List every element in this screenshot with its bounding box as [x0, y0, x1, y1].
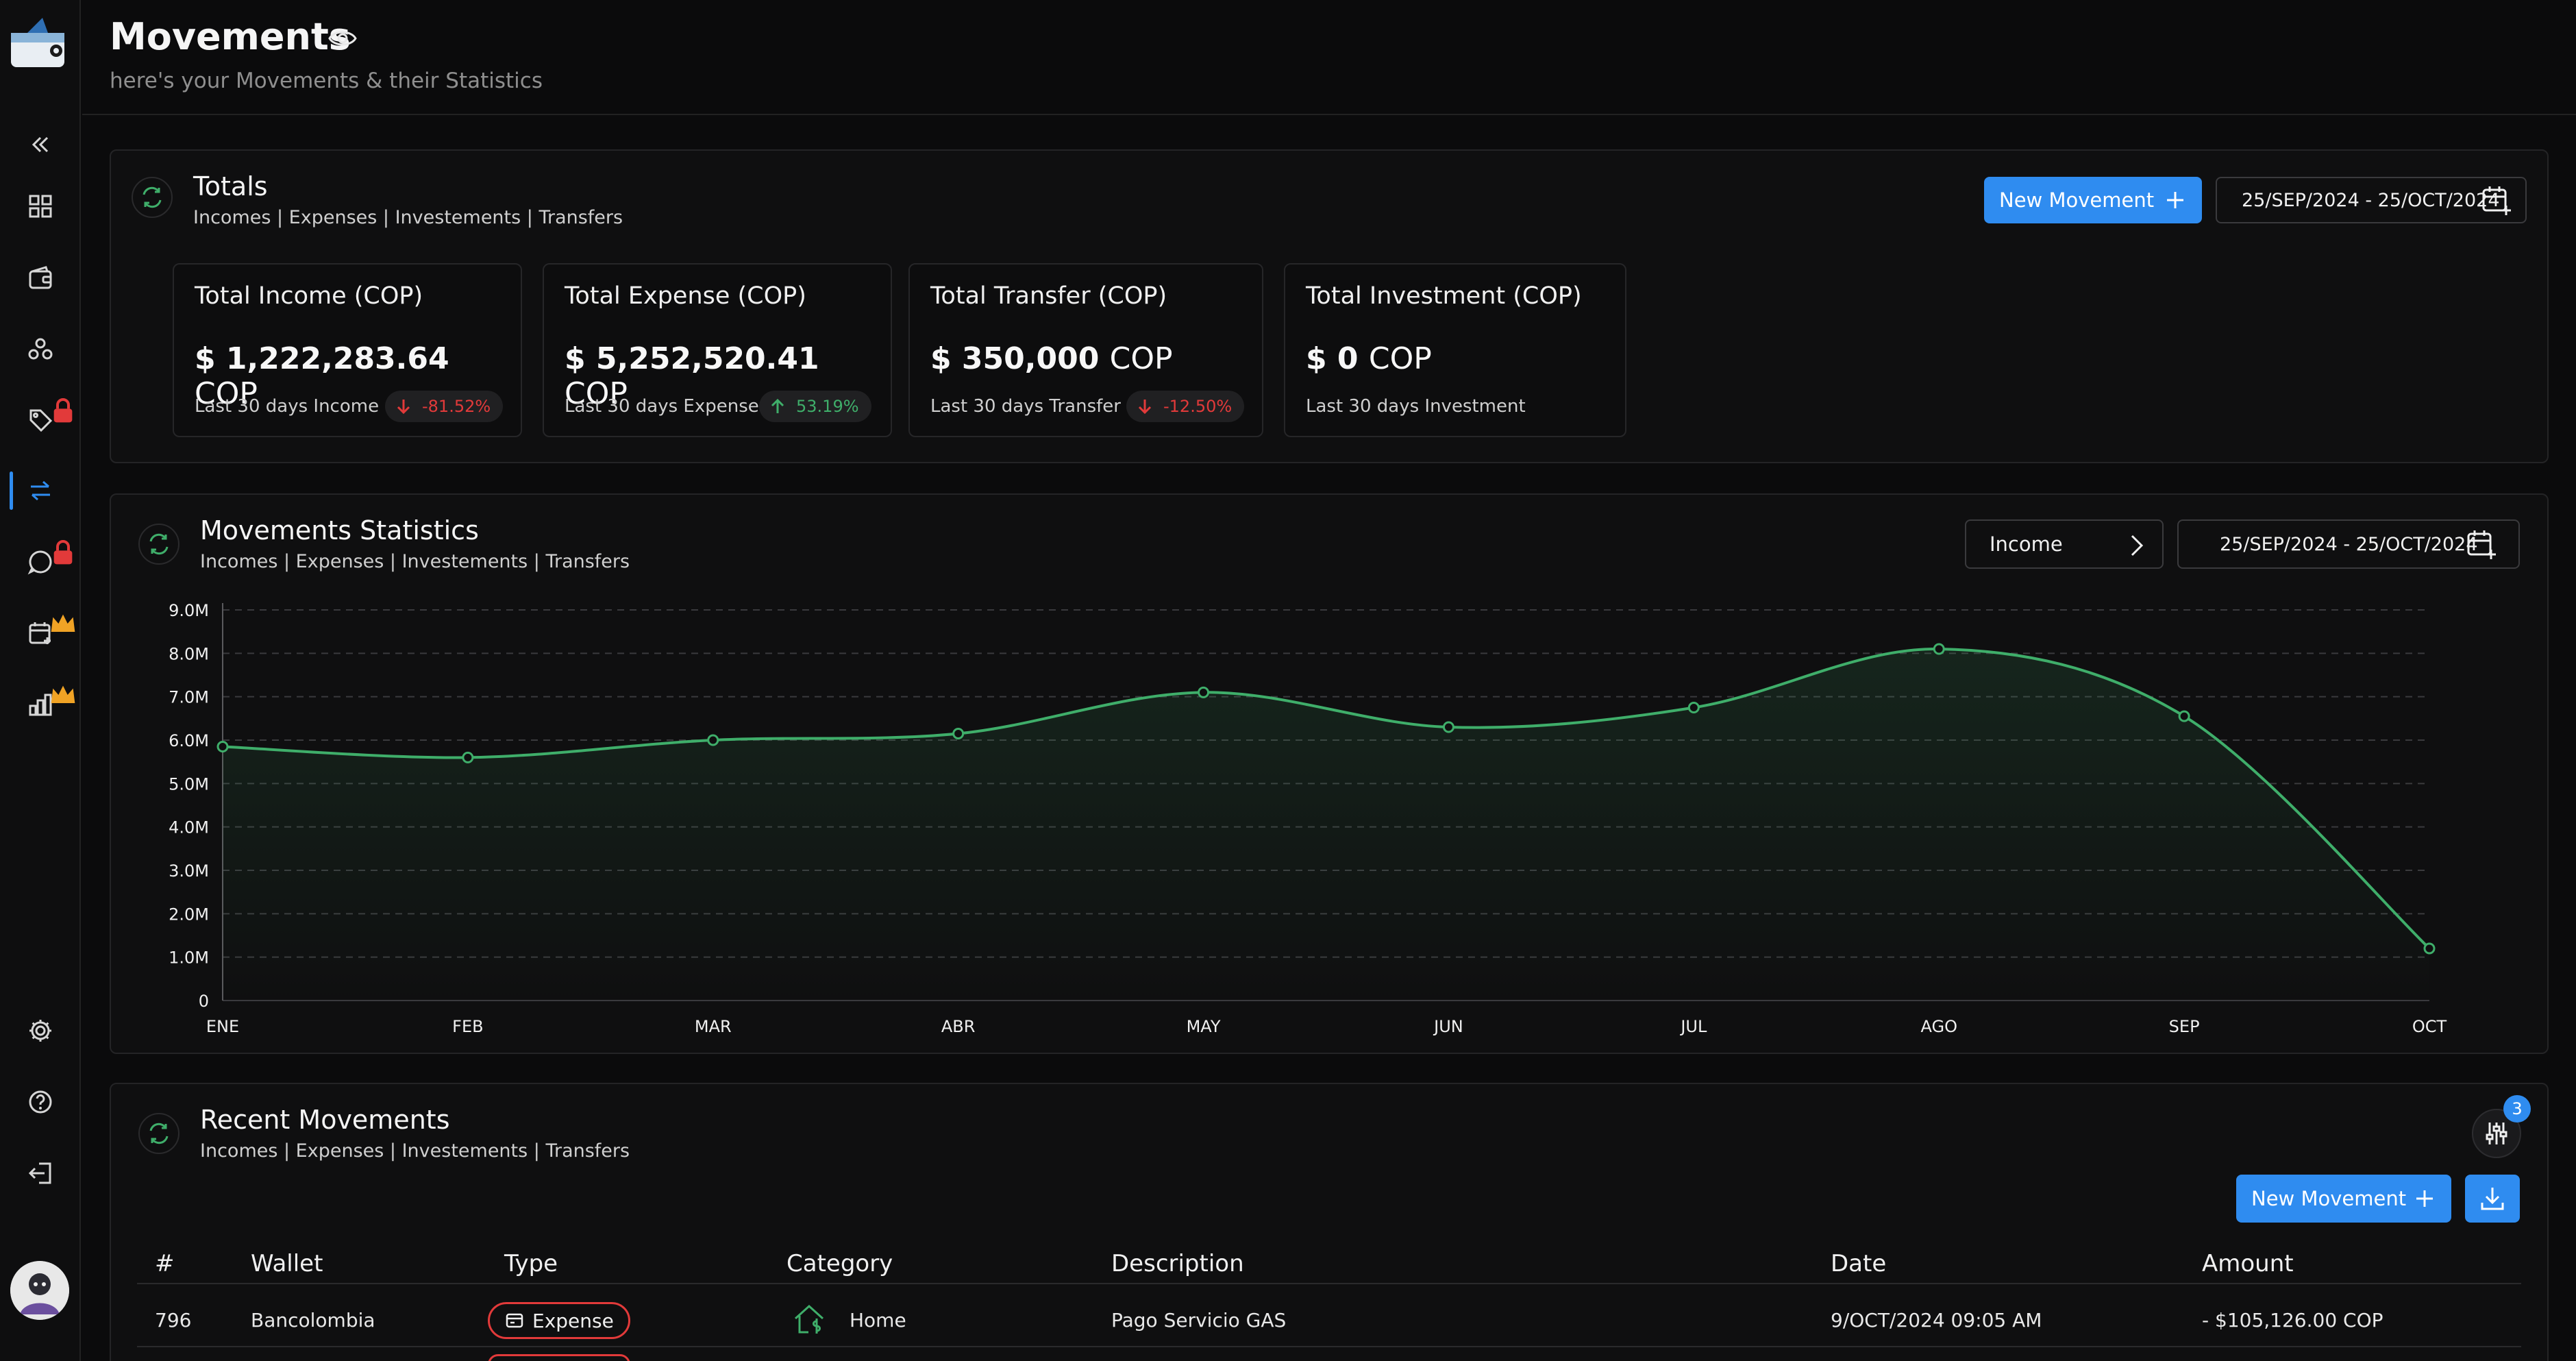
x-tick-label: SEP — [2169, 1017, 2200, 1036]
cell-id: 796 — [155, 1309, 192, 1332]
user-avatar[interactable] — [10, 1261, 69, 1320]
x-tick-label: ENE — [206, 1017, 239, 1036]
y-tick-label: 2.0M — [169, 905, 209, 924]
recent-movements-card: Recent Movements Incomes | Expenses | In… — [110, 1083, 2549, 1361]
y-tick-label: 4.0M — [169, 818, 209, 837]
sliders-icon — [2486, 1123, 2507, 1144]
column-header-description[interactable]: Description — [1111, 1250, 1244, 1277]
column-header-id[interactable]: # — [155, 1250, 175, 1277]
x-tick-label: OCT — [2412, 1017, 2447, 1036]
x-tick-label: JUN — [1433, 1017, 1463, 1036]
plus-icon — [2416, 1190, 2433, 1207]
y-tick-label: 1.0M — [169, 948, 209, 968]
column-header-amount[interactable]: Amount — [2202, 1250, 2294, 1277]
logout-icon — [28, 1162, 51, 1184]
cell-amount: - $105,126.00 COP — [2202, 1309, 2383, 1332]
y-tick-label: 3.0M — [169, 861, 209, 881]
home-category-icon — [794, 1304, 824, 1334]
sidebar-item-help[interactable] — [0, 1077, 81, 1127]
column-header-type[interactable]: Type — [504, 1250, 558, 1277]
recent-title: Recent Movements — [200, 1105, 450, 1135]
cell-wallet: Bancolombia — [251, 1309, 375, 1332]
chart-data-point[interactable] — [462, 751, 474, 763]
column-header-wallet[interactable]: Wallet — [251, 1250, 323, 1277]
income-area-chart: 9.0M 8.0M 7.0M 6.0M 5.0M 4.0M 3.0M 2.0M 1.0M 0 EN… — [169, 601, 2447, 1036]
y-tick-label: 5.0M — [169, 774, 209, 794]
column-header-category[interactable]: Category — [787, 1250, 893, 1277]
cell-description: Pago Servicio GAS — [1111, 1309, 1287, 1332]
cell-date: 9/OCT/2024 09:05 AM — [1831, 1309, 2042, 1332]
new-movement-label: New Movement — [2251, 1187, 2407, 1210]
sidebar-item-logout[interactable] — [0, 1149, 81, 1198]
type-chip-expense: Expense — [488, 1302, 630, 1339]
x-tick-label: AGO — [1920, 1017, 1957, 1036]
download-button[interactable] — [2465, 1175, 2520, 1223]
x-tick-label: JUL — [1679, 1017, 1707, 1036]
x-tick-label: FEB — [452, 1017, 483, 1036]
cell-category: Home — [850, 1309, 906, 1332]
y-tick-label: 9.0M — [169, 601, 209, 620]
app: Movements here's your Movements & their … — [0, 0, 2576, 1361]
chart-data-point[interactable] — [1687, 702, 1700, 713]
chart-data-point[interactable] — [1198, 686, 1210, 698]
download-icon — [2481, 1188, 2504, 1210]
table-header-divider — [137, 1283, 2521, 1284]
chart-data-point[interactable] — [1442, 721, 1454, 733]
x-tick-label: MAR — [695, 1017, 732, 1036]
chart-data-point[interactable] — [707, 734, 719, 746]
receipt-icon — [506, 1313, 523, 1328]
column-header-date[interactable]: Date — [1831, 1250, 1886, 1277]
chart-data-point[interactable] — [2178, 710, 2190, 722]
y-tick-label: 8.0M — [169, 644, 209, 663]
movements-section-icon — [138, 1113, 179, 1154]
chart-data-point[interactable] — [216, 741, 229, 752]
question-icon — [29, 1090, 52, 1114]
chart-area-fill — [223, 648, 2429, 1001]
chart-data-point[interactable] — [1933, 643, 1945, 655]
new-movement-button-table[interactable]: New Movement — [2236, 1175, 2451, 1223]
y-tick-label: 6.0M — [169, 731, 209, 750]
y-tick-label: 7.0M — [169, 688, 209, 707]
x-tick-label: MAY — [1187, 1017, 1221, 1036]
table-row-divider — [137, 1346, 2521, 1347]
y-tick-label: 0 — [199, 992, 209, 1011]
x-tick-label: ABR — [941, 1017, 976, 1036]
recent-subtitle: Incomes | Expenses | Investements | Tran… — [200, 1140, 630, 1162]
filter-count-badge: 3 — [2503, 1095, 2531, 1123]
type-chip-next-row — [488, 1354, 630, 1361]
chart-data-point[interactable] — [2423, 942, 2436, 955]
chart-data-point[interactable] — [952, 728, 965, 739]
